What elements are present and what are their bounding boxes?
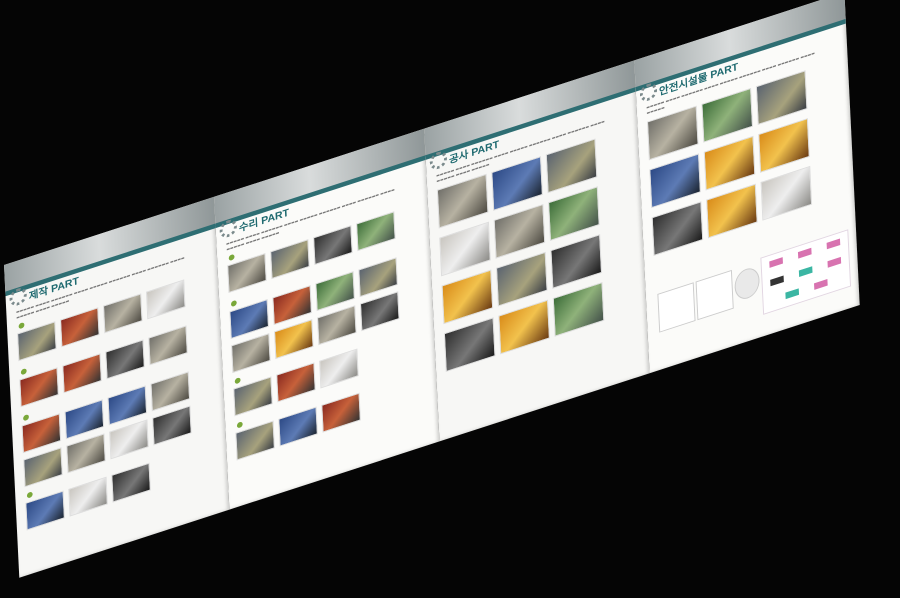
- photo: [491, 156, 543, 211]
- photo: [313, 225, 353, 266]
- photo: [145, 279, 186, 320]
- photo: [66, 433, 106, 474]
- photo: [706, 183, 758, 239]
- panel-safety-facilities: 안전시설물 PART ▬▬▬▬▬ ▬▬▬▬ ▬▬▬▬▬▬ ▬▬▬▬ ▬▬▬▬▬ …: [634, 0, 860, 374]
- section-marker: [234, 376, 243, 385]
- photo: [701, 87, 753, 143]
- section-marker: [18, 321, 27, 330]
- section-marker: [20, 367, 29, 376]
- photo: [356, 211, 396, 252]
- photo: [68, 476, 108, 517]
- photo: [150, 371, 191, 412]
- photo: [103, 293, 143, 334]
- section-marker: [23, 413, 31, 422]
- photo: [493, 203, 546, 259]
- section-marker: [228, 253, 237, 262]
- photo: [321, 392, 361, 433]
- photo: [550, 234, 602, 289]
- photo: [651, 201, 704, 257]
- photo: [274, 319, 314, 360]
- photo: [60, 307, 100, 348]
- photo: [360, 291, 400, 332]
- product-photo: [733, 264, 761, 303]
- photo: [545, 138, 598, 194]
- section-marker: [236, 421, 245, 429]
- photo: [443, 317, 496, 373]
- photo: [148, 325, 188, 366]
- photo: [441, 269, 494, 325]
- photo: [496, 251, 548, 307]
- photo: [647, 105, 699, 161]
- photo: [758, 118, 810, 173]
- panel-manufacturing: 제작 PART ▬▬▬▬▬ ▬▬▬▬ ▬▬▬▬▬▬ ▬▬▬▬ ▬▬▬▬▬ ▬▬▬…: [4, 196, 230, 578]
- photo: [64, 399, 105, 440]
- photo: [358, 257, 398, 298]
- photo: [436, 173, 489, 229]
- photo: [552, 281, 605, 337]
- photo: [231, 333, 271, 374]
- photo: [760, 165, 813, 221]
- certificate-document: [657, 282, 696, 333]
- trifold-brochure: 제작 PART ▬▬▬▬▬ ▬▬▬▬ ▬▬▬▬▬▬ ▬▬▬▬ ▬▬▬▬▬ ▬▬▬…: [4, 0, 860, 578]
- certificate-document: [695, 269, 734, 321]
- photo: [270, 239, 310, 280]
- photo: [107, 385, 148, 426]
- photo: [152, 405, 192, 446]
- photo: [755, 70, 808, 125]
- section-marker: [230, 299, 239, 308]
- system-diagram: [760, 229, 852, 315]
- panel-repair: 수리 PART ▬▬▬▬▬ ▬▬▬▬ ▬▬▬▬▬▬ ▬▬▬▬ ▬▬▬▬▬ ▬▬▬…: [214, 128, 440, 510]
- photo: [109, 419, 149, 460]
- photo: [548, 186, 600, 242]
- photo: [319, 348, 359, 389]
- photo: [105, 339, 145, 380]
- section-marker: [26, 491, 35, 499]
- photo: [272, 285, 312, 326]
- photo: [23, 447, 63, 488]
- photo: [317, 305, 357, 346]
- photo: [439, 221, 491, 277]
- photo: [703, 135, 756, 191]
- photo: [276, 362, 316, 403]
- photo: [111, 462, 151, 503]
- photo: [278, 406, 318, 447]
- brochure-photo: 제작 PART ▬▬▬▬▬ ▬▬▬▬ ▬▬▬▬▬▬ ▬▬▬▬ ▬▬▬▬▬ ▬▬▬…: [0, 0, 900, 598]
- photo: [315, 271, 355, 312]
- panel-construction: 공사 PART ▬▬▬▬▬ ▬▬▬▬ ▬▬▬▬▬▬ ▬▬▬▬ ▬▬▬▬▬ ▬▬▬…: [424, 60, 650, 442]
- photo: [649, 153, 701, 209]
- photo: [498, 299, 550, 355]
- photo: [62, 353, 102, 394]
